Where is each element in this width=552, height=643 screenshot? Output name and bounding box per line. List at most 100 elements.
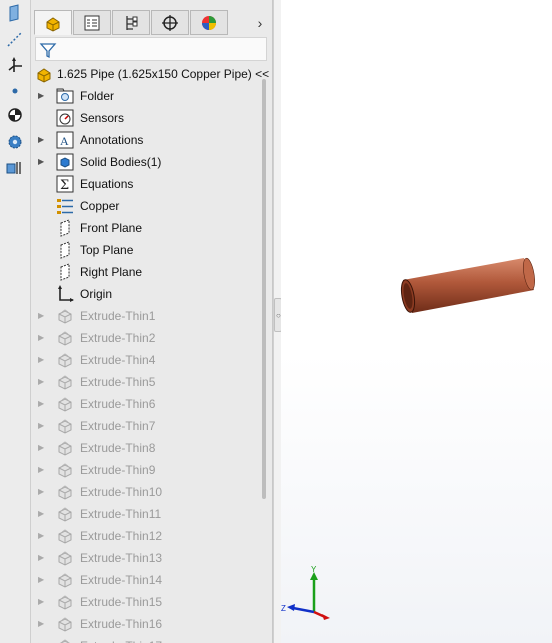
center-of-mass-icon[interactable]	[4, 104, 26, 126]
view-toolbar	[0, 0, 31, 643]
tree-item[interactable]: ▶ Extrude-Thin4	[31, 349, 259, 371]
scrollbar-thumb[interactable]	[262, 79, 266, 499]
coordinate-triad: Y Z	[281, 565, 330, 620]
plane-icon	[56, 219, 74, 237]
tree-item[interactable]: ▶ Extrude-Thin9	[31, 459, 259, 481]
tree-item[interactable]: Origin	[31, 283, 259, 305]
tree-item[interactable]: ▶ Extrude-Thin1	[31, 305, 259, 327]
tree-item-label: Extrude-Thin9	[80, 463, 156, 477]
expand-arrow-icon[interactable]: ▶	[38, 420, 46, 432]
tree-item-label: Extrude-Thin11	[80, 507, 162, 521]
display-manager-icon	[202, 15, 216, 30]
expand-arrow-icon[interactable]: ▶	[38, 508, 46, 520]
expand-arrow-icon[interactable]: ▶	[38, 376, 46, 388]
tree-item[interactable]: ▶ Extrude-Thin7	[31, 415, 259, 437]
z-axis-label: Z	[281, 604, 286, 613]
extrude-icon	[56, 329, 74, 347]
tab-property-manager[interactable]	[73, 10, 111, 35]
tab-dimxpert-manager[interactable]	[151, 10, 189, 35]
tree-item[interactable]: ▶ Folder	[31, 85, 259, 107]
expand-arrow-icon[interactable]: ▶	[38, 574, 46, 586]
extrude-icon	[56, 637, 74, 643]
tree-item-label: Front Plane	[80, 221, 143, 235]
tree-item[interactable]: ▶ Extrude-Thin5	[31, 371, 259, 393]
tree-item[interactable]: Front Plane	[31, 217, 259, 239]
tree-filter-bar[interactable]	[35, 37, 267, 61]
copper-pipe-model[interactable]	[396, 245, 536, 325]
tree-item[interactable]: Sensors	[31, 107, 259, 129]
tree-item[interactable]: ▶ Extrude-Thin15	[31, 591, 259, 613]
tree-item[interactable]: ▶ A Annotations	[31, 129, 259, 151]
tab-configuration-manager[interactable]	[112, 10, 150, 35]
tree-item[interactable]: ▶ Extrude-Thin14	[31, 569, 259, 591]
tree-scrollbar[interactable]	[259, 75, 269, 643]
tab-display-manager[interactable]	[190, 10, 228, 35]
tree-item[interactable]: ▶ Extrude-Thin6	[31, 393, 259, 415]
expand-arrow-icon[interactable]: ▶	[38, 596, 46, 608]
extrude-icon	[56, 373, 74, 391]
expand-arrow-icon[interactable]: ▶	[38, 464, 46, 476]
tree-item-label: Equations	[80, 177, 134, 191]
filter-icon[interactable]	[38, 40, 58, 60]
expand-arrow-icon[interactable]: ▶	[38, 310, 46, 322]
sketch-line-icon[interactable]	[4, 28, 26, 50]
expand-arrow-icon[interactable]: ▶	[38, 332, 46, 344]
tree-item-label: Extrude-Thin10	[80, 485, 163, 499]
feature-manager-icon	[46, 16, 60, 32]
panel-splitter[interactable]: ○	[273, 0, 282, 643]
extrude-icon	[56, 439, 74, 457]
tree-item-label: Extrude-Thin13	[80, 551, 163, 565]
expand-arrow-icon[interactable]: ▶	[38, 530, 46, 542]
svg-text:Σ: Σ	[60, 178, 69, 193]
graphics-area[interactable]: Y Z	[281, 0, 552, 643]
coordinate-axis-icon[interactable]	[4, 54, 26, 76]
tree-item-label: Extrude-Thin2	[80, 331, 156, 345]
tree-item[interactable]: Σ Equations	[31, 173, 259, 195]
settings-gear-icon[interactable]	[4, 131, 26, 153]
tree-item[interactable]: Right Plane	[31, 261, 259, 283]
y-axis-label: Y	[311, 565, 317, 574]
expand-arrow-icon[interactable]: ▶	[38, 552, 46, 564]
extrude-icon	[56, 351, 74, 369]
extrude-icon	[56, 307, 74, 325]
equations-icon: Σ	[56, 175, 74, 193]
tree-item[interactable]: ▶ Extrude-Thin16	[31, 613, 259, 635]
tree-item-label: Copper	[80, 199, 120, 213]
tree-item[interactable]: ▶ Extrude-Thin2	[31, 327, 259, 349]
tab-feature-manager[interactable]	[34, 10, 72, 35]
extrude-icon	[56, 417, 74, 435]
tree-item[interactable]: Copper	[31, 195, 259, 217]
tree-item-label: Solid Bodies(1)	[80, 155, 162, 169]
tree-item[interactable]: ▶ Extrude-Thin13	[31, 547, 259, 569]
extrude-icon	[56, 615, 74, 633]
expand-arrow-icon[interactable]: ▶	[38, 442, 46, 454]
point-icon[interactable]	[4, 80, 26, 102]
tree-item[interactable]: ▶Extrude-Thin17	[31, 635, 259, 643]
tree-item[interactable]: ▶ Extrude-Thin10	[31, 481, 259, 503]
tree-item[interactable]: ▶ Extrude-Thin11	[31, 503, 259, 525]
tree-item-label: Extrude-Thin14	[80, 573, 163, 587]
expand-arrow-icon[interactable]: ▶	[38, 354, 46, 366]
svg-text:A: A	[60, 134, 69, 148]
tree-item[interactable]: ▶ Extrude-Thin8	[31, 437, 259, 459]
extrude-icon	[56, 505, 74, 523]
part-icon	[35, 65, 53, 83]
annotations-icon: A	[56, 131, 74, 149]
tree-item[interactable]: ▶ Solid Bodies(1)	[31, 151, 259, 173]
extrude-icon	[56, 395, 74, 413]
tree-item[interactable]: ▶ Extrude-Thin12	[31, 525, 259, 547]
tree-item[interactable]: Top Plane	[31, 239, 259, 261]
tree-item-label: Origin	[80, 287, 113, 301]
mate-reference-icon[interactable]	[4, 157, 26, 179]
expand-arrow-icon[interactable]: ▶	[38, 398, 46, 410]
expand-arrow-icon[interactable]: ▶	[38, 134, 46, 146]
normal-to-icon[interactable]	[4, 2, 26, 24]
expand-arrow-icon[interactable]: ▶	[38, 90, 46, 102]
expand-arrow-icon[interactable]: ▶	[38, 618, 46, 630]
expand-arrow-icon[interactable]: ▶	[38, 486, 46, 498]
tree-root-part[interactable]: 1.625 Pipe (1.625x150 Copper Pipe) <<	[33, 63, 269, 85]
expand-arrow-icon[interactable]: ▶	[38, 156, 46, 168]
chevron-right-icon[interactable]: ›	[253, 15, 267, 33]
plane-icon	[56, 263, 74, 281]
plane-icon	[56, 241, 74, 259]
